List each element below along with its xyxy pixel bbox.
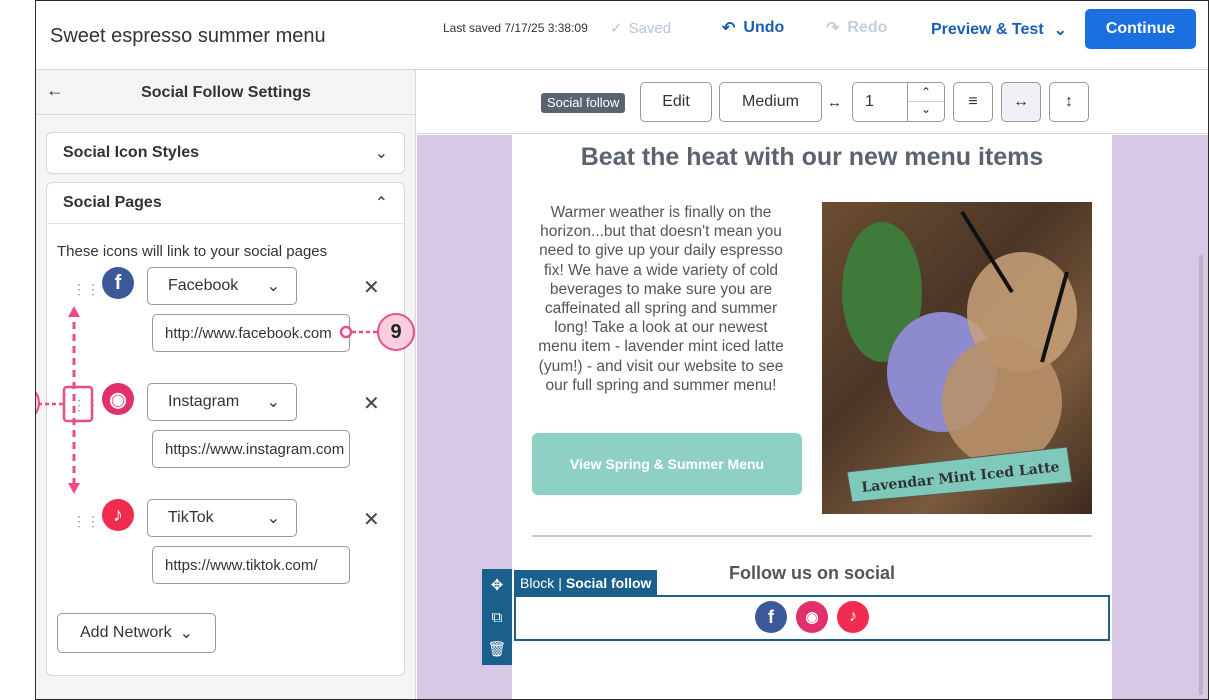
latte-illustration: Lavendar Mint Iced Latte [842,210,1077,503]
facebook-icon[interactable]: f [755,601,787,633]
stepper-arrows: ⌃ ⌄ [907,83,944,121]
email-divider [532,535,1092,537]
vertical-fit-icon[interactable]: ↕ [1049,82,1089,122]
email-body-text[interactable]: Warmer weather is finally on the horizon… [534,203,788,395]
duplicate-icon[interactable]: ⧉ [482,601,512,633]
block-label-text: Block [520,574,555,591]
edit-button[interactable]: Edit [640,82,712,122]
saved-label: Saved [628,19,672,37]
email-body: Beat the heat with our new menu items Wa… [482,135,1112,699]
chevron-up-icon[interactable]: ⌃ [908,83,944,102]
block-label: Block | Social follow [514,570,658,595]
move-icon[interactable]: ✥ [482,569,512,601]
email-headline[interactable]: Beat the heat with our new menu items [512,143,1112,172]
chevron-down-icon[interactable]: ⌄ [908,102,944,121]
spacing-icon: ↔ [827,94,842,111]
redo-button[interactable]: ↷ Redo [826,18,887,38]
preview-test-button[interactable]: Preview & Test ⌄ [931,20,1067,40]
separator: | [558,574,562,591]
continue-button[interactable]: Continue [1085,9,1196,49]
align-center-icon[interactable]: ≡ [953,82,993,122]
undo-label: Undo [743,19,785,36]
saved-status: ✓ Saved [610,19,672,38]
canvas-scrollbar[interactable] [1199,255,1203,695]
top-header: Sweet espresso summer menu Last saved 7/… [36,1,1208,70]
callout-badge-9: 9 [377,313,415,351]
view-menu-button[interactable]: View Spring & Summer Menu [532,433,802,495]
preview-label: Preview & Test [931,21,1044,38]
redo-icon: ↷ [826,20,840,37]
block-type-text: Social follow [565,574,652,591]
block-tools: ✥ ⧉ 🗑 [482,569,512,665]
instagram-icon[interactable]: ◉ [796,601,828,633]
tiktok-icon[interactable]: ♪ [837,601,869,633]
latte-photo[interactable]: Lavendar Mint Iced Latte [822,202,1092,514]
callout-lines [38,306,378,494]
last-saved-text: Last saved 7/17/25 3:38:09 [443,21,588,35]
spacing-value: 1 [865,93,874,110]
horizontal-fit-icon[interactable]: ↔ [1001,82,1041,122]
email-canvas: Beat the heat with our new menu items Wa… [417,135,1208,699]
chevron-down-icon: ⌄ [1053,22,1068,39]
check-circle-icon: ✓ [610,20,623,37]
undo-icon: ↶ [722,20,736,37]
size-select[interactable]: Medium [719,82,822,122]
undo-button[interactable]: ↶ Undo [722,18,784,38]
trash-icon[interactable]: 🗑 [482,633,512,665]
campaign-title[interactable]: Sweet espresso summer menu [50,25,326,48]
editor-window: Sweet espresso summer menu Last saved 7/… [35,0,1209,700]
block-toolbar: Social follow Edit Medium ↔ 1 ⌃ ⌄ ≡ ↔ ↕ [417,70,1208,134]
block-type-tag: Social follow [541,93,626,113]
redo-label: Redo [847,19,888,36]
settings-panel: ← Social Follow Settings Social Icon Sty… [36,70,416,699]
